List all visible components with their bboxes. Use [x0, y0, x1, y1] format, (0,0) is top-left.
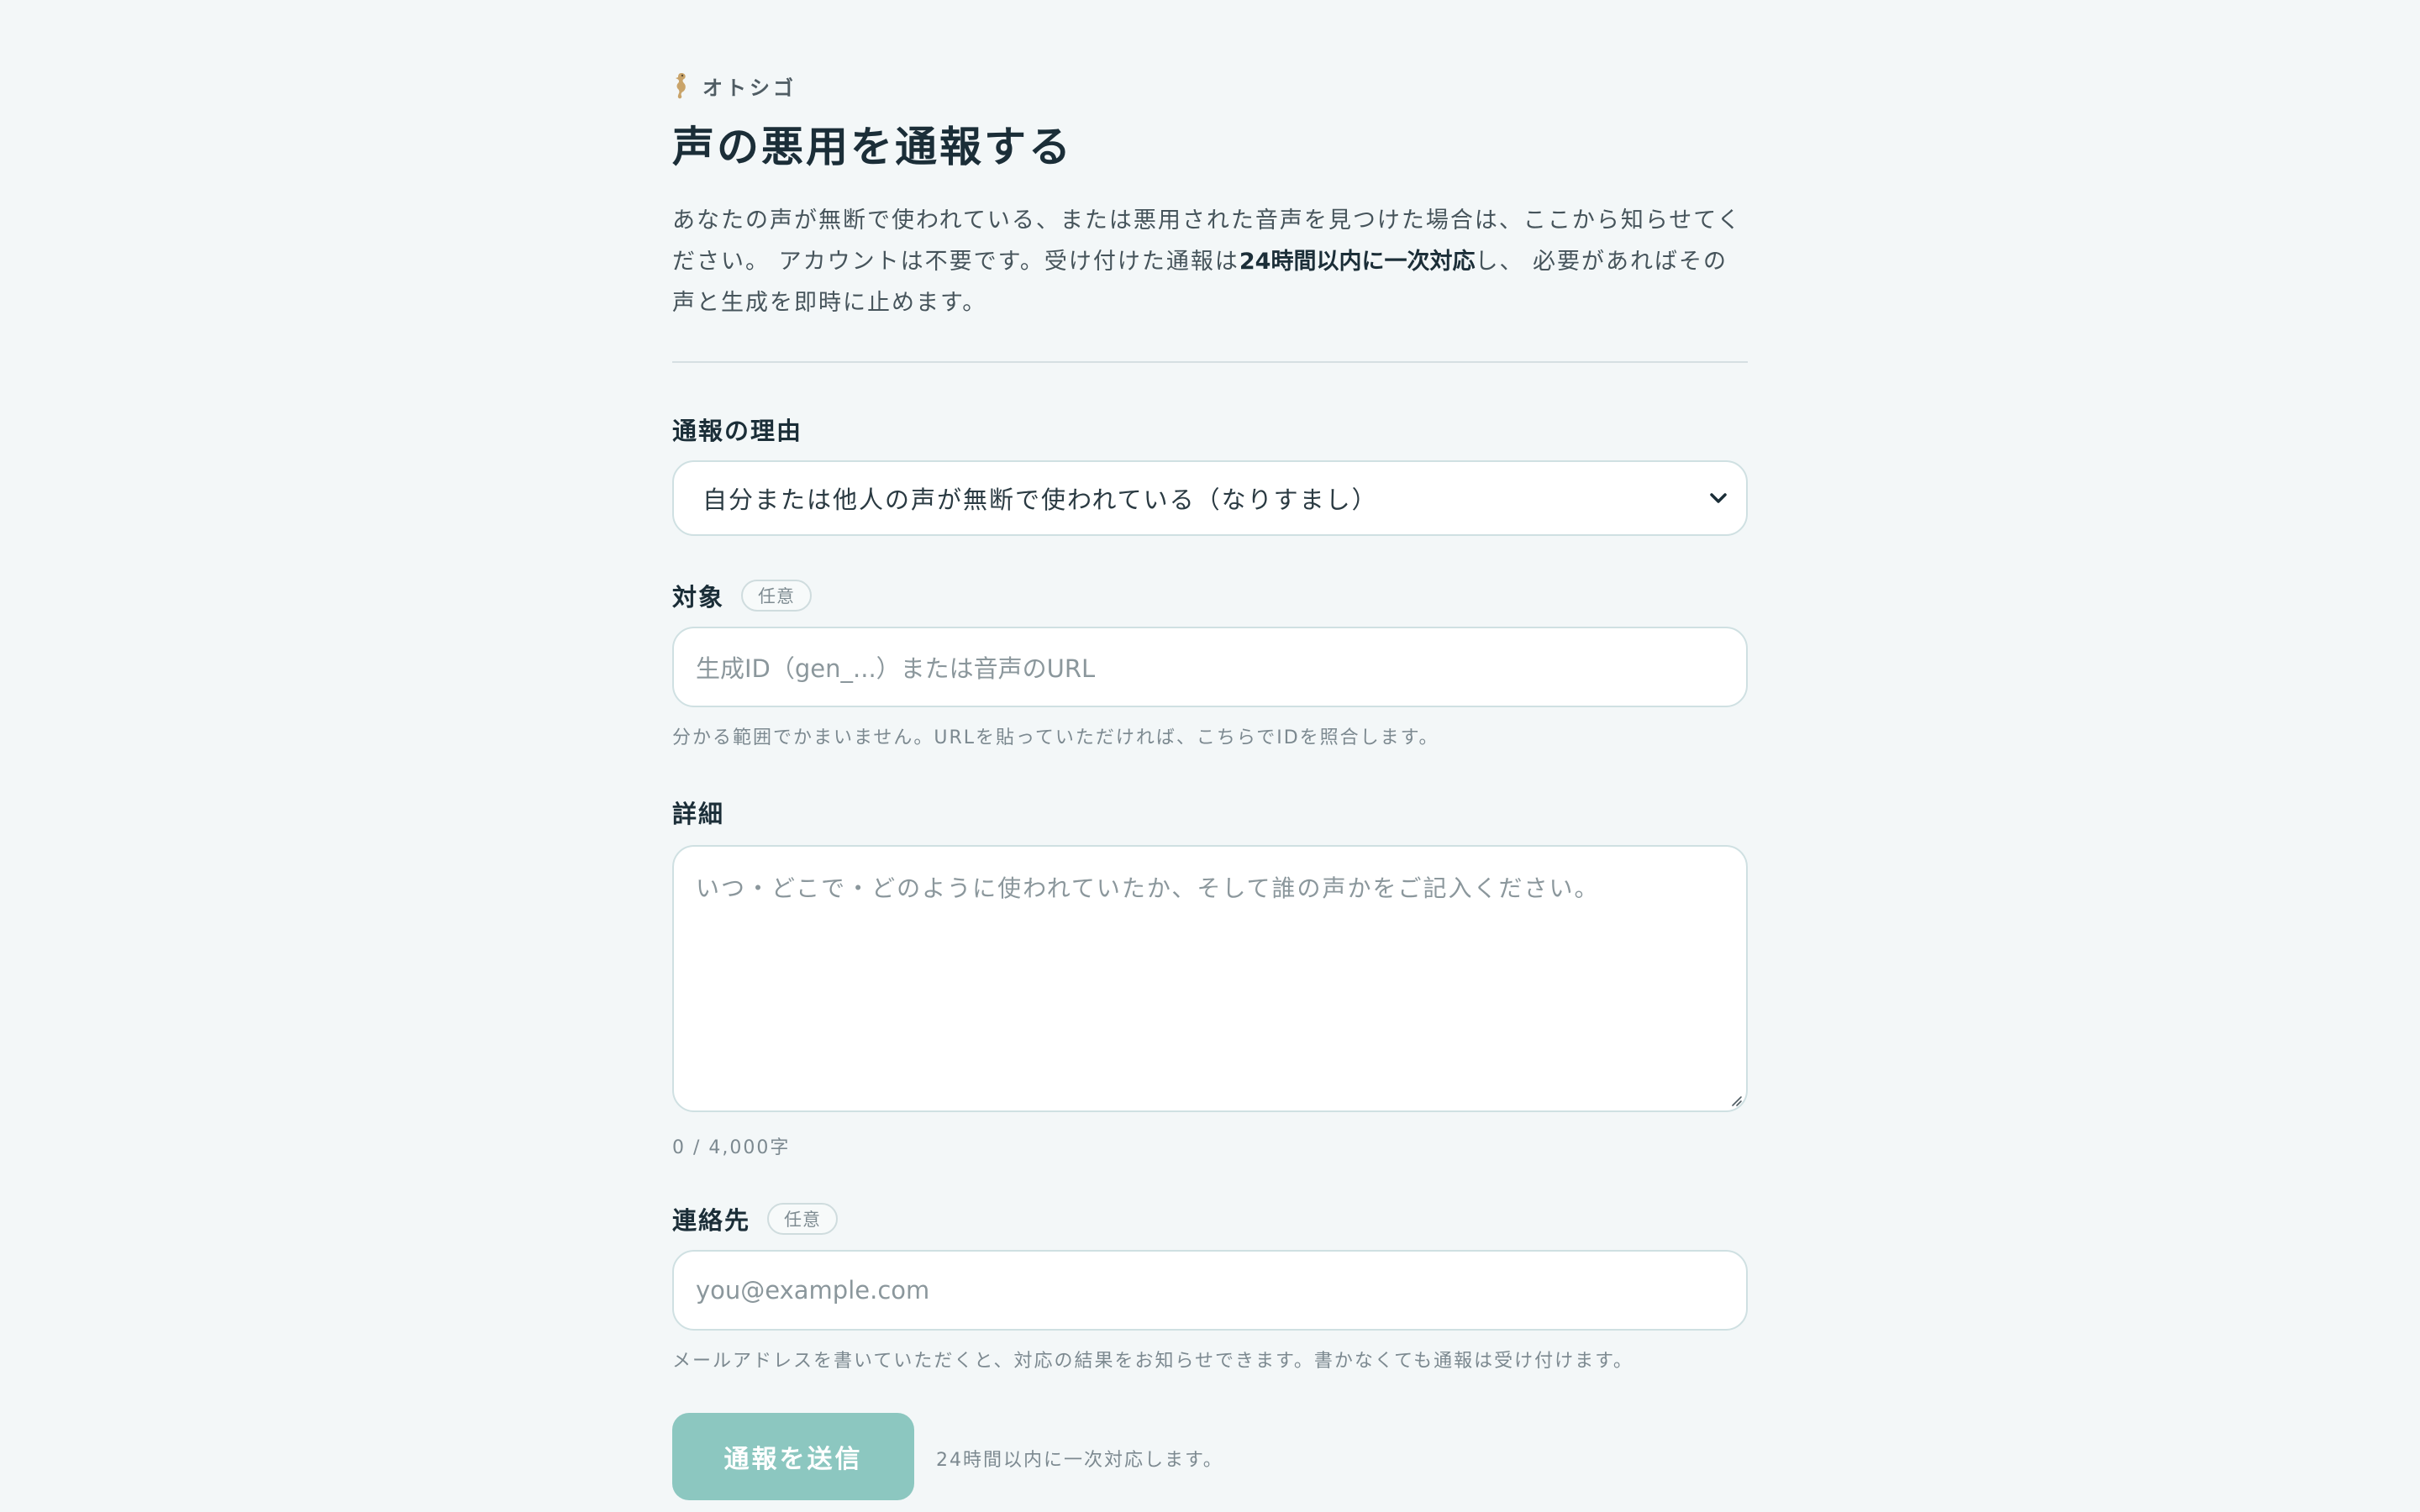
optional-badge: 任意 — [767, 1203, 839, 1235]
details-label-text: 詳細 — [672, 800, 725, 828]
target-label-text: 対象 — [672, 583, 725, 612]
brand[interactable]: オトシゴ — [672, 71, 797, 101]
details-textarea[interactable]: いつ・どこで・どのように使われていたか、そして誰の声かをご記入ください。 — [672, 845, 1748, 1112]
divider — [672, 361, 1748, 363]
target-input[interactable]: 生成ID（gen_...）または音声のURL — [672, 627, 1748, 707]
brand-name: オトシゴ — [702, 76, 797, 100]
contact-email-input[interactable]: you@example.com — [672, 1250, 1748, 1331]
target-placeholder: 生成ID（gen_...）または音声のURL — [696, 654, 1096, 683]
resize-grip-icon[interactable] — [1729, 1094, 1743, 1107]
details-counter: 0 / 4,000字 — [672, 1137, 791, 1158]
target-label: 対象 任意 — [672, 578, 813, 613]
details-placeholder: いつ・どこで・どのように使われていたか、そして誰の声かをご記入ください。 — [696, 874, 1600, 902]
seahorse-icon — [676, 73, 686, 99]
intro-highlight: 24時間以内に一次対応 — [1239, 249, 1476, 275]
submit-report-button[interactable]: 通報を送信 — [672, 1413, 914, 1500]
chevron-down-icon — [1710, 493, 1727, 503]
reason-select[interactable]: 自分または他人の声が無断で使われている（なりすまし） — [672, 460, 1748, 536]
contact-label: 連絡先 任意 — [672, 1201, 839, 1236]
target-hint: 分かる範囲でかまいません。URLを貼っていただければ、こちらでIDを照合します。 — [672, 727, 1439, 748]
intro-text: あなたの声が無断で使われている、または悪用された音声を見つけた場合は、ここから知… — [672, 200, 1748, 323]
submit-note: 24時間以内に一次対応します。 — [936, 1450, 1223, 1471]
contact-placeholder: you@example.com — [696, 1276, 930, 1305]
optional-badge: 任意 — [741, 580, 813, 612]
page-title: 声の悪用を通報する — [672, 123, 1073, 171]
contact-hint: メールアドレスを書いていただくと、対応の結果をお知らせできます。書かなくても通報… — [672, 1351, 1634, 1372]
details-label: 詳細 — [672, 795, 724, 830]
reason-selected-value: 自分または他人の声が無断で使われている（なりすまし） — [702, 486, 1378, 514]
reason-label-text: 通報の理由 — [672, 417, 803, 445]
reason-label: 通報の理由 — [672, 412, 802, 447]
contact-label-text: 連絡先 — [672, 1206, 751, 1235]
